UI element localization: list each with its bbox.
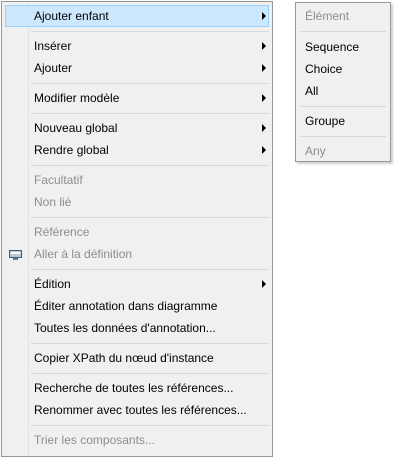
submenu-item-label: Élément (305, 9, 350, 23)
menu-item-rendre-global[interactable]: Rendre global (5, 139, 269, 161)
submenu-item-any[interactable]: Any (298, 140, 388, 162)
submenu-arrow-icon (262, 42, 266, 50)
menu-item-label: Modifier modèle (34, 91, 120, 105)
menu-item-facultatif[interactable]: Facultatif (5, 169, 269, 191)
menu-item-renommer-references[interactable]: Renommer avec toutes les références... (5, 399, 269, 421)
menu-item-toutes-donnees-annotation[interactable]: Toutes les données d'annotation... (5, 317, 269, 339)
menu-item-editer-annotation[interactable]: Éditer annotation dans diagramme (5, 295, 269, 317)
menu-item-recherche-references[interactable]: Recherche de toutes les références... (5, 377, 269, 399)
submenu-item-label: Choice (305, 62, 343, 76)
menu-item-label: Ajouter enfant (34, 9, 109, 23)
submenu-arrow-icon (262, 146, 266, 154)
submenu-item-sequence[interactable]: Sequence (298, 36, 388, 58)
submenu-arrow-icon (262, 64, 266, 72)
submenu-item-label: Groupe (305, 114, 346, 128)
menu-item-label: Référence (34, 225, 90, 239)
submenu-arrow-icon (262, 280, 266, 288)
submenu-item-label: Sequence (305, 40, 360, 54)
menu-separator (31, 83, 269, 84)
submenu-separator (300, 31, 386, 32)
submenu-item-groupe[interactable]: Groupe (298, 110, 388, 132)
menu-item-label: Facultatif (34, 173, 83, 187)
context-menu: Ajouter enfant Insérer Ajouter Modifier … (1, 1, 273, 457)
menu-item-label: Non lié (34, 195, 72, 209)
submenu-arrow-icon (262, 124, 266, 132)
menu-separator (31, 425, 269, 426)
menu-item-nouveau-global[interactable]: Nouveau global (5, 117, 269, 139)
menu-item-label: Nouveau global (34, 121, 118, 135)
menu-item-label: Édition (34, 277, 71, 291)
menu-item-label: Aller à la définition (34, 247, 133, 261)
submenu-separator (300, 106, 386, 107)
menu-item-ajouter-enfant[interactable]: Ajouter enfant (5, 5, 269, 27)
submenu-arrow-icon (262, 12, 266, 20)
submenu-item-choice[interactable]: Choice (298, 58, 388, 80)
menu-separator (31, 113, 269, 114)
menu-item-label: Recherche de toutes les références... (34, 381, 234, 395)
submenu-item-all[interactable]: All (298, 80, 388, 102)
menu-separator (31, 343, 269, 344)
submenu-arrow-icon (262, 94, 266, 102)
menu-item-label: Insérer (34, 39, 72, 53)
menu-item-trier-composants[interactable]: Trier les composants... (5, 429, 269, 451)
submenu-item-element[interactable]: Élément (298, 5, 388, 27)
menu-item-label: Ajouter (34, 61, 73, 75)
menu-separator (31, 373, 269, 374)
menu-item-label: Éditer annotation dans diagramme (34, 299, 218, 313)
menu-item-label: Renommer avec toutes les références... (34, 403, 247, 417)
menu-item-copier-xpath[interactable]: Copier XPath du nœud d'instance (5, 347, 269, 369)
submenu-ajouter-enfant: Élément Sequence Choice All Groupe Any (295, 2, 391, 162)
menu-item-reference[interactable]: Référence (5, 221, 269, 243)
menu-separator (31, 31, 269, 32)
menu-item-modifier-modele[interactable]: Modifier modèle (5, 87, 269, 109)
menu-item-inserer[interactable]: Insérer (5, 35, 269, 57)
menu-item-label: Toutes les données d'annotation... (34, 321, 216, 335)
menu-separator (31, 217, 269, 218)
submenu-item-label: All (305, 84, 319, 98)
menu-item-edition[interactable]: Édition (5, 273, 269, 295)
menu-item-non-lie[interactable]: Non lié (5, 191, 269, 213)
submenu-separator (300, 136, 386, 137)
menu-separator (31, 269, 269, 270)
menu-item-aller-a-la-definition[interactable]: Aller à la définition (5, 243, 269, 265)
menu-item-ajouter[interactable]: Ajouter (5, 57, 269, 79)
menu-item-label: Trier les composants... (34, 433, 155, 447)
submenu-item-label: Any (305, 144, 326, 158)
menu-item-label: Rendre global (34, 143, 109, 157)
menu-separator (31, 165, 269, 166)
menu-item-label: Copier XPath du nœud d'instance (34, 351, 214, 365)
